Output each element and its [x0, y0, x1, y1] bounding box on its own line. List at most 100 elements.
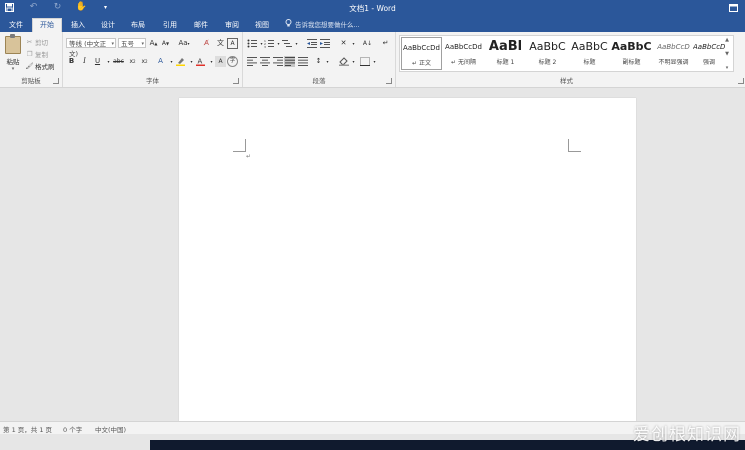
document-page[interactable]: ↵: [179, 98, 636, 428]
line-spacing-dropdown-icon[interactable]: ▾: [322, 56, 333, 67]
highlight-icon[interactable]: [175, 56, 186, 67]
scissors-icon: ✂: [26, 38, 33, 46]
tab-references[interactable]: 引用: [156, 19, 184, 32]
tab-mailings[interactable]: 邮件: [187, 19, 215, 32]
chinese-layout-dropdown-icon[interactable]: ▾: [348, 38, 359, 49]
ribbon-display-options-icon[interactable]: [728, 2, 739, 13]
tab-file[interactable]: 文件: [2, 19, 30, 32]
align-right-icon[interactable]: [272, 56, 283, 67]
change-case-label: Aa: [178, 39, 188, 47]
tell-me-placeholder: 告诉我您想要做什么...: [295, 21, 360, 29]
style-name: 强调: [702, 59, 715, 66]
word-count[interactable]: 0 个字: [63, 424, 82, 434]
style-preview: AaBl: [488, 39, 523, 54]
style-name: 标题 1: [496, 59, 515, 66]
style-heading-1[interactable]: AaBl 标题 1: [485, 37, 526, 70]
ribbon-tabs: 文件 开始 插入 设计 布局 引用 邮件 审阅 视图 告诉我您想要做什么...: [0, 17, 745, 33]
sort-icon[interactable]: A↓: [362, 38, 373, 49]
style-emphasis[interactable]: AaBbCcD 强调: [693, 37, 725, 70]
phonetic-guide-icon[interactable]: 文: [215, 38, 226, 49]
window-controls: [728, 2, 739, 13]
shading-dropdown-icon[interactable]: ▾: [348, 56, 359, 67]
character-shading-icon[interactable]: A: [215, 56, 226, 67]
strikethrough-button[interactable]: abc: [113, 56, 124, 67]
format-painter-icon: 🖌: [25, 62, 34, 70]
more-styles-icon[interactable]: ▾: [726, 65, 729, 71]
italic-button[interactable]: I: [79, 56, 90, 67]
paragraph-dialog-launcher[interactable]: [386, 78, 392, 84]
paragraph-group: ▾ 123 ▾ ▾ ✕ ▾ A↓ ↵ ↕ ▾ ▾ ▾ 段落: [243, 32, 396, 87]
style-name: 不明显强调: [658, 59, 689, 66]
decrease-indent-icon[interactable]: [306, 38, 317, 49]
style-heading-2[interactable]: AaBbC 标题 2: [527, 37, 568, 70]
justify-icon[interactable]: [284, 56, 295, 67]
shrink-font-button[interactable]: A ▼: [160, 38, 171, 49]
multilevel-dropdown-icon[interactable]: ▾: [291, 38, 302, 49]
clear-formatting-icon[interactable]: A̸: [201, 38, 212, 49]
text-effects-icon[interactable]: A: [155, 56, 166, 67]
ribbon: 粘贴 ▾ ✂ 剪切 ❐ 复制 🖌 格式刷 剪贴板 等线 (中文正文) ▾ 五号 …: [0, 32, 745, 88]
tab-layout[interactable]: 布局: [124, 19, 152, 32]
format-painter-button[interactable]: 🖌 格式刷: [25, 61, 54, 71]
font-name-combo[interactable]: 等线 (中文正文) ▾: [66, 38, 116, 58]
style-name: 副标题: [622, 59, 641, 66]
style-no-spacing[interactable]: AaBbCcDd ↵ 无间隔: [443, 37, 484, 70]
align-left-icon[interactable]: [246, 56, 257, 67]
character-border-icon[interactable]: A: [227, 38, 238, 49]
align-center-icon[interactable]: [259, 56, 270, 67]
copy-button[interactable]: ❐ 复制: [26, 49, 48, 59]
font-size-value: 五号: [121, 40, 134, 48]
chevron-down-icon: ▾: [111, 41, 114, 47]
clipboard-group: 粘贴 ▾ ✂ 剪切 ❐ 复制 🖌 格式刷 剪贴板: [0, 32, 63, 87]
paste-dropdown-icon[interactable]: ▾: [3, 66, 23, 72]
underline-button[interactable]: U: [92, 56, 103, 67]
cut-button[interactable]: ✂ 剪切: [26, 37, 48, 47]
tab-home[interactable]: 开始: [32, 18, 62, 33]
subscript-button[interactable]: x2: [127, 56, 138, 67]
show-marks-icon[interactable]: ↵: [380, 38, 391, 49]
borders-dropdown-icon[interactable]: ▾: [369, 56, 380, 67]
superscript-button[interactable]: x2: [139, 56, 150, 67]
style-name: 标题 2: [538, 59, 557, 66]
style-title[interactable]: AaBbC 标题: [569, 37, 610, 70]
page-count[interactable]: 第 1 页，共 1 页: [3, 424, 52, 434]
tab-review[interactable]: 审阅: [218, 19, 246, 32]
font-size-combo[interactable]: 五号 ▾: [118, 38, 146, 48]
style-preview: AaBbCcDd: [445, 43, 482, 51]
svg-text:3: 3: [264, 45, 266, 48]
clipboard-icon: [5, 34, 21, 54]
style-normal[interactable]: AaBbCcDd ↵ 正文: [401, 37, 442, 70]
style-name: 标题: [583, 59, 596, 66]
tab-design[interactable]: 设计: [94, 19, 122, 32]
copy-icon: ❐: [26, 50, 33, 58]
style-preview: AaBbC: [571, 40, 608, 53]
styles-dialog-launcher[interactable]: [738, 78, 744, 84]
style-subtitle[interactable]: AaBbC 副标题: [611, 37, 652, 70]
style-subtle-emphasis[interactable]: AaBbCcD 不明显强调: [653, 37, 694, 70]
tab-view[interactable]: 视图: [248, 19, 276, 32]
styles-group-label: 样式: [560, 77, 573, 85]
watermark: 爱创根知识网: [633, 425, 741, 445]
document-area[interactable]: ↵: [0, 88, 745, 428]
font-color-icon[interactable]: A: [195, 56, 206, 67]
enclose-characters-icon[interactable]: 字: [227, 56, 238, 67]
paste-button[interactable]: 粘贴 ▾: [3, 34, 23, 72]
tab-insert[interactable]: 插入: [64, 19, 92, 32]
tell-me-box[interactable]: 告诉我您想要做什么...: [285, 19, 360, 32]
language-indicator[interactable]: 中文(中国): [95, 424, 126, 434]
svg-text:A: A: [198, 58, 203, 66]
copy-label: 复制: [35, 51, 48, 59]
clipboard-dialog-launcher[interactable]: [53, 78, 59, 84]
title-bar: ↶ ↻ ✋ ▾ 文档1 - Word: [0, 0, 745, 17]
font-dialog-launcher[interactable]: [233, 78, 239, 84]
grow-font-button[interactable]: A ▲: [148, 38, 159, 49]
chevron-up-icon[interactable]: ▲: [725, 37, 729, 43]
style-preview: AaBbCcD: [693, 43, 725, 51]
change-case-button[interactable]: Aa ▾: [176, 38, 192, 49]
font-group-label: 字体: [146, 77, 159, 85]
bold-button[interactable]: B: [66, 56, 77, 67]
increase-indent-icon[interactable]: [319, 38, 330, 49]
distributed-icon[interactable]: [297, 56, 308, 67]
crop-mark-top-right: [568, 139, 581, 152]
chevron-down-icon[interactable]: ▼: [725, 51, 729, 57]
